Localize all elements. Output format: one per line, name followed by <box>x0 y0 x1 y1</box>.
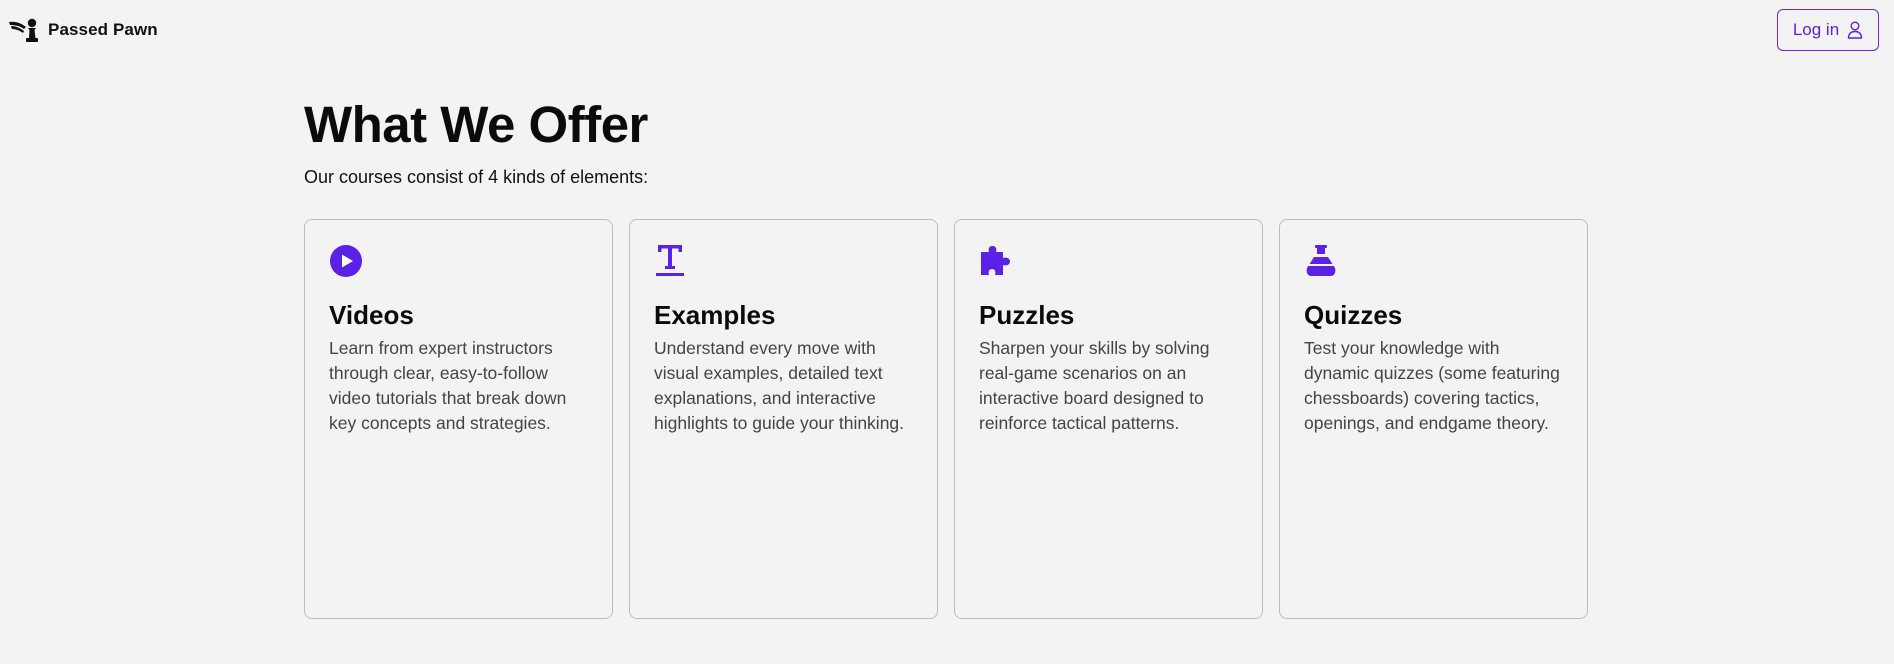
card-puzzles: Puzzles Sharpen your skills by solving r… <box>954 219 1263 619</box>
page-title: What We Offer <box>304 96 648 153</box>
card-videos: Videos Learn from expert instructors thr… <box>304 219 613 619</box>
card-description: Understand every move with visual exampl… <box>654 338 905 433</box>
winged-pawn-icon <box>8 16 42 44</box>
card-description: Sharpen your skills by solving real-game… <box>979 338 1210 433</box>
main-content: What We Offer Our courses consist of 4 k… <box>304 95 1588 619</box>
offer-cards: Videos Learn from expert instructors thr… <box>304 219 1588 619</box>
login-label: Log in <box>1792 20 1840 39</box>
flask-icon <box>1304 244 1338 278</box>
card-quizzes: Quizzes Test your knowledge with dynamic… <box>1279 219 1588 619</box>
puzzle-icon <box>979 244 1013 278</box>
card-description: Learn from expert instructors through cl… <box>329 338 567 433</box>
text-icon <box>654 244 688 278</box>
page-subtitle: Our courses consist of 4 kinds of elemen… <box>304 167 649 187</box>
card-title: Quizzes <box>1304 300 1403 330</box>
card-examples: Examples Understand every move with visu… <box>629 219 938 619</box>
user-icon <box>1847 21 1863 39</box>
card-title: Videos <box>329 300 414 330</box>
login-button[interactable]: Log in <box>1777 9 1879 51</box>
brand-logo-link[interactable]: Passed Pawn <box>8 16 158 44</box>
card-description: Test your knowledge with dynamic quizzes… <box>1304 338 1560 433</box>
card-title: Examples <box>654 300 776 330</box>
brand-name: Passed Pawn <box>48 20 158 39</box>
header: Passed Pawn Log in <box>0 0 1894 60</box>
play-icon <box>329 244 363 278</box>
card-title: Puzzles <box>979 300 1075 330</box>
